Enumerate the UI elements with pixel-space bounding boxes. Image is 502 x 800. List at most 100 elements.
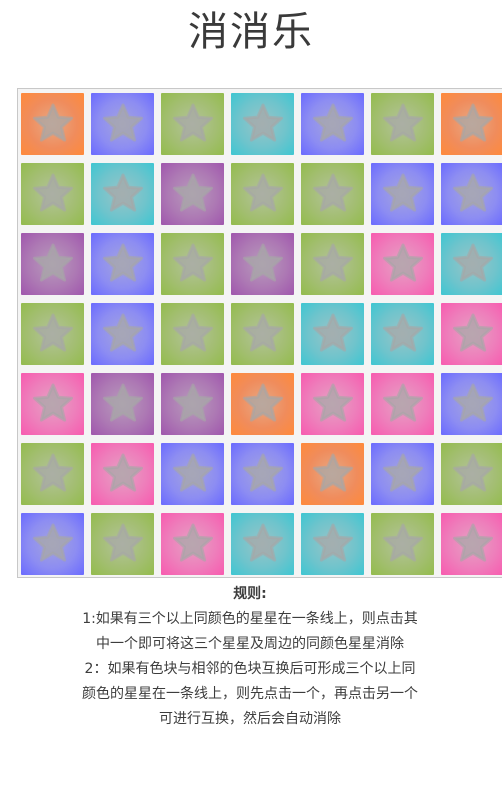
tile-pink[interactable] [21, 373, 84, 435]
tile-green[interactable] [161, 233, 224, 295]
tile-purple[interactable] [161, 373, 224, 435]
star-icon [452, 103, 493, 142]
star-icon [452, 523, 493, 562]
star-icon [382, 173, 423, 212]
star-icon [242, 453, 283, 492]
rule-2-text: 2：如果有色块与相邻的色块互换后可形成三个以上同颜色的星星在一条线上，则先点击一… [82, 661, 418, 727]
star-icon [382, 103, 423, 142]
tile-green[interactable] [301, 163, 364, 225]
tile-grid [21, 93, 502, 575]
star-icon [32, 103, 73, 142]
star-icon [102, 173, 143, 212]
star-icon [312, 243, 353, 282]
tile-green[interactable] [161, 303, 224, 365]
star-icon [32, 243, 73, 282]
star-icon [32, 523, 73, 562]
star-icon [32, 383, 73, 422]
star-icon [32, 173, 73, 212]
tile-teal[interactable] [441, 233, 502, 295]
star-icon [452, 383, 493, 422]
game-board [17, 88, 502, 578]
star-icon [242, 103, 283, 142]
star-icon [452, 173, 493, 212]
star-icon [242, 173, 283, 212]
tile-green[interactable] [21, 163, 84, 225]
tile-teal[interactable] [91, 163, 154, 225]
star-icon [312, 173, 353, 212]
star-icon [32, 313, 73, 352]
tile-pink[interactable] [91, 443, 154, 505]
rules-section: 规则: 1:如果有三个以上同颜色的星星在一条线上，则点击其中一个即可将这三个星星… [80, 582, 420, 732]
star-icon [102, 453, 143, 492]
tile-pink[interactable] [441, 513, 502, 575]
star-icon [172, 383, 213, 422]
star-icon [312, 453, 353, 492]
tile-teal[interactable] [231, 513, 294, 575]
star-icon [102, 313, 143, 352]
star-icon [382, 453, 423, 492]
tile-blue[interactable] [91, 303, 154, 365]
tile-teal[interactable] [371, 303, 434, 365]
tile-teal[interactable] [231, 93, 294, 155]
rule-1-text: 1:如果有三个以上同颜色的星星在一条线上，则点击其中一个即可将这三个星星及周边的… [82, 611, 418, 652]
tile-orange[interactable] [21, 93, 84, 155]
tile-blue[interactable] [301, 93, 364, 155]
star-icon [102, 243, 143, 282]
tile-purple[interactable] [161, 163, 224, 225]
tile-green[interactable] [231, 163, 294, 225]
tile-pink[interactable] [371, 373, 434, 435]
star-icon [242, 313, 283, 352]
tile-blue[interactable] [371, 443, 434, 505]
game-title: 消消乐 [188, 9, 314, 55]
star-icon [312, 383, 353, 422]
star-icon [102, 523, 143, 562]
star-icon [382, 383, 423, 422]
tile-green[interactable] [371, 513, 434, 575]
tile-blue[interactable] [441, 373, 502, 435]
tile-green[interactable] [301, 233, 364, 295]
tile-blue[interactable] [91, 233, 154, 295]
star-icon [452, 313, 493, 352]
star-icon [242, 383, 283, 422]
star-icon [102, 383, 143, 422]
tile-green[interactable] [91, 513, 154, 575]
star-icon [172, 313, 213, 352]
tile-pink[interactable] [441, 303, 502, 365]
tile-pink[interactable] [161, 513, 224, 575]
star-icon [452, 243, 493, 282]
star-icon [242, 243, 283, 282]
tile-blue[interactable] [441, 163, 502, 225]
tile-teal[interactable] [301, 303, 364, 365]
star-icon [172, 523, 213, 562]
tile-orange[interactable] [441, 93, 502, 155]
tile-blue[interactable] [231, 443, 294, 505]
tile-blue[interactable] [161, 443, 224, 505]
star-icon [312, 313, 353, 352]
tile-purple[interactable] [21, 233, 84, 295]
star-icon [172, 453, 213, 492]
tile-blue[interactable] [91, 93, 154, 155]
tile-purple[interactable] [231, 233, 294, 295]
star-icon [452, 453, 493, 492]
tile-teal[interactable] [301, 513, 364, 575]
star-icon [172, 243, 213, 282]
tile-orange[interactable] [301, 443, 364, 505]
tile-green[interactable] [21, 443, 84, 505]
tile-green[interactable] [231, 303, 294, 365]
tile-purple[interactable] [91, 373, 154, 435]
tile-blue[interactable] [371, 163, 434, 225]
star-icon [312, 523, 353, 562]
star-icon [32, 453, 73, 492]
tile-green[interactable] [161, 93, 224, 155]
tile-blue[interactable] [21, 513, 84, 575]
tile-green[interactable] [371, 93, 434, 155]
tile-orange[interactable] [231, 373, 294, 435]
star-icon [382, 523, 423, 562]
tile-pink[interactable] [301, 373, 364, 435]
rules-heading: 规则: [233, 586, 267, 602]
star-icon [242, 523, 283, 562]
tile-green[interactable] [441, 443, 502, 505]
tile-pink[interactable] [371, 233, 434, 295]
tile-green[interactable] [21, 303, 84, 365]
star-icon [312, 103, 353, 142]
